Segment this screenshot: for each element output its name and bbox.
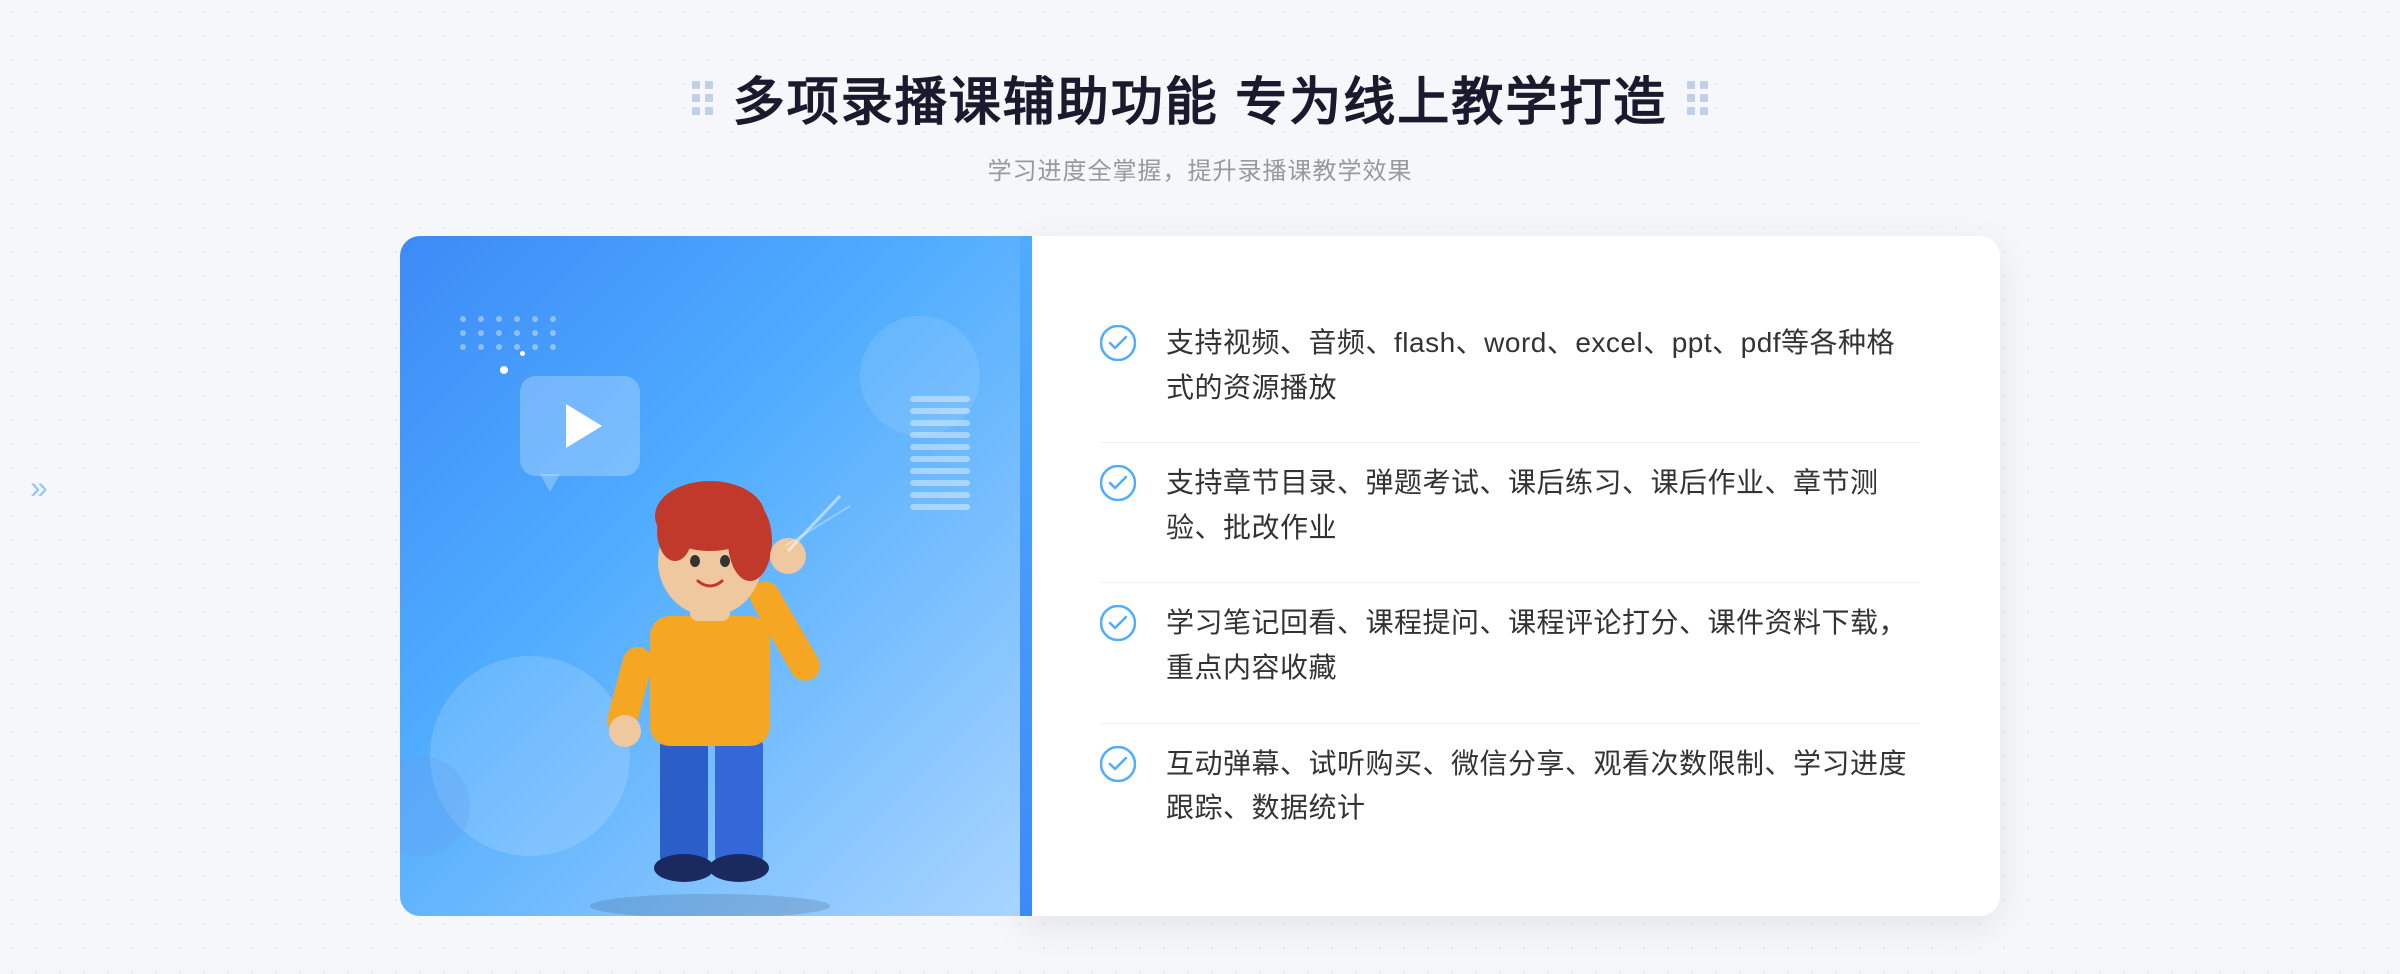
main-title: 多项录播课辅助功能 专为线上教学打造	[733, 60, 1667, 135]
title-row: 多项录播课辅助功能 专为线上教学打造	[692, 60, 1708, 135]
feature-text-3: 学习笔记回看、课程提问、课程评论打分、课件资料下载，重点内容收藏	[1166, 601, 1920, 691]
feature-text-2: 支持章节目录、弹题考试、课后练习、课后作业、章节测验、批改作业	[1166, 461, 1920, 551]
check-icon-4	[1100, 746, 1136, 782]
dot-grid-decoration	[460, 316, 560, 350]
check-icon-1	[1100, 325, 1136, 361]
blue-accent-bar	[1020, 236, 1032, 916]
feature-item-4: 互动弹幕、试听购买、微信分享、观看次数限制、学习进度跟踪、数据统计	[1100, 723, 1920, 850]
sparkle-1	[500, 366, 508, 374]
check-icon-3	[1100, 605, 1136, 641]
check-icon-2	[1100, 465, 1136, 501]
feature-item-2: 支持章节目录、弹题考试、课后练习、课后作业、章节测验、批改作业	[1100, 442, 1920, 569]
left-title-decoration	[692, 81, 713, 115]
illustration-card	[400, 236, 1020, 916]
figure-illustration	[520, 396, 900, 916]
feature-item-1: 支持视频、音频、flash、word、excel、ppt、pdf等各种格式的资源…	[1100, 303, 1920, 429]
header-section: 多项录播课辅助功能 专为线上教学打造 学习进度全掌握，提升录播课教学效果	[692, 60, 1708, 186]
features-card: 支持视频、音频、flash、word、excel、ppt、pdf等各种格式的资源…	[1020, 236, 2000, 916]
left-chevron-decoration: »	[30, 471, 48, 503]
chevron-icon: »	[30, 471, 48, 503]
feature-text-4: 互动弹幕、试听购买、微信分享、观看次数限制、学习进度跟踪、数据统计	[1166, 742, 1920, 832]
feature-item-3: 学习笔记回看、课程提问、课程评论打分、课件资料下载，重点内容收藏	[1100, 582, 1920, 709]
right-title-decoration	[1687, 81, 1708, 115]
content-area: 支持视频、音频、flash、word、excel、ppt、pdf等各种格式的资源…	[400, 236, 2000, 916]
subtitle: 学习进度全掌握，提升录播课教学效果	[692, 151, 1708, 186]
sparkle-2	[520, 351, 525, 356]
feature-text-1: 支持视频、音频、flash、word、excel、ppt、pdf等各种格式的资源…	[1166, 321, 1920, 411]
page-wrapper: 多项录播课辅助功能 专为线上教学打造 学习进度全掌握，提升录播课教学效果	[0, 0, 2400, 974]
